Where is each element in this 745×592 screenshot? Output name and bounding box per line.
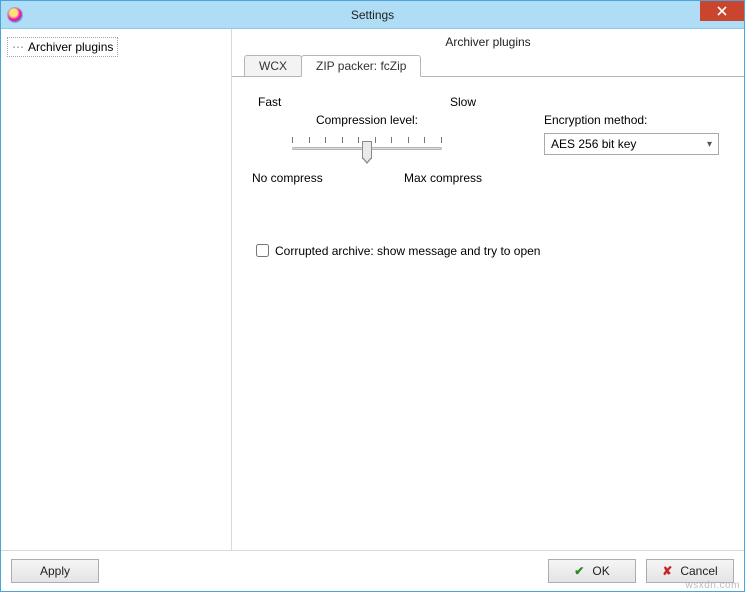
tree-expand-icon: ⋯ <box>12 40 24 54</box>
watermark: wsxdn.com <box>685 580 740 591</box>
dropdown-value: AES 256 bit key <box>551 137 636 151</box>
settings-window: Settings ⋯ Archiver plugins Archiver plug… <box>0 0 745 592</box>
label-fast: Fast <box>258 95 281 109</box>
tab-label: ZIP packer: fcZip <box>316 59 406 73</box>
corrupted-archive-label: Corrupted archive: show message and try … <box>275 244 540 258</box>
corrupted-archive-checkbox[interactable]: Corrupted archive: show message and try … <box>252 241 724 260</box>
chevron-down-icon: ▾ <box>707 139 712 150</box>
ok-button[interactable]: ✔ OK <box>548 559 636 583</box>
encryption-group: Encryption method: AES 256 bit key ▾ <box>544 95 719 155</box>
slider-thumb[interactable] <box>362 141 372 159</box>
check-icon: ✔ <box>574 564 584 578</box>
button-label: Apply <box>40 564 70 578</box>
tabpage-zip: Fast Slow Compression level: <box>232 77 744 550</box>
sidebar-item-archiver-plugins[interactable]: ⋯ Archiver plugins <box>7 37 118 57</box>
button-label: Cancel <box>680 564 717 578</box>
titlebar[interactable]: Settings <box>1 1 744 29</box>
tab-zip-packer[interactable]: ZIP packer: fcZip <box>301 55 421 77</box>
tab-label: WCX <box>259 59 287 73</box>
tabstrip: WCX ZIP packer: fcZip <box>232 55 744 77</box>
sidebar: ⋯ Archiver plugins <box>1 29 231 550</box>
corrupted-archive-input[interactable] <box>256 244 269 257</box>
apply-button[interactable]: Apply <box>11 559 99 583</box>
button-label: OK <box>592 564 609 578</box>
panel-title: Archiver plugins <box>232 29 744 55</box>
encryption-method-select[interactable]: AES 256 bit key ▾ <box>544 133 719 155</box>
label-max-compress: Max compress <box>404 171 482 185</box>
dialog-button-row: Apply ✔ OK ✘ Cancel <box>1 551 744 591</box>
label-no-compress: No compress <box>252 171 323 185</box>
label-compression-level: Compression level: <box>252 113 482 127</box>
label-encryption-method: Encryption method: <box>544 113 719 127</box>
sidebar-item-label: Archiver plugins <box>28 40 113 54</box>
compression-slider[interactable] <box>292 131 442 161</box>
label-slow: Slow <box>450 95 476 109</box>
content-panel: Archiver plugins WCX ZIP packer: fcZip F… <box>231 29 744 550</box>
cross-icon: ✘ <box>662 564 672 578</box>
tab-wcx[interactable]: WCX <box>244 55 302 77</box>
window-title: Settings <box>1 8 744 22</box>
compression-group: Fast Slow Compression level: <box>252 95 482 185</box>
